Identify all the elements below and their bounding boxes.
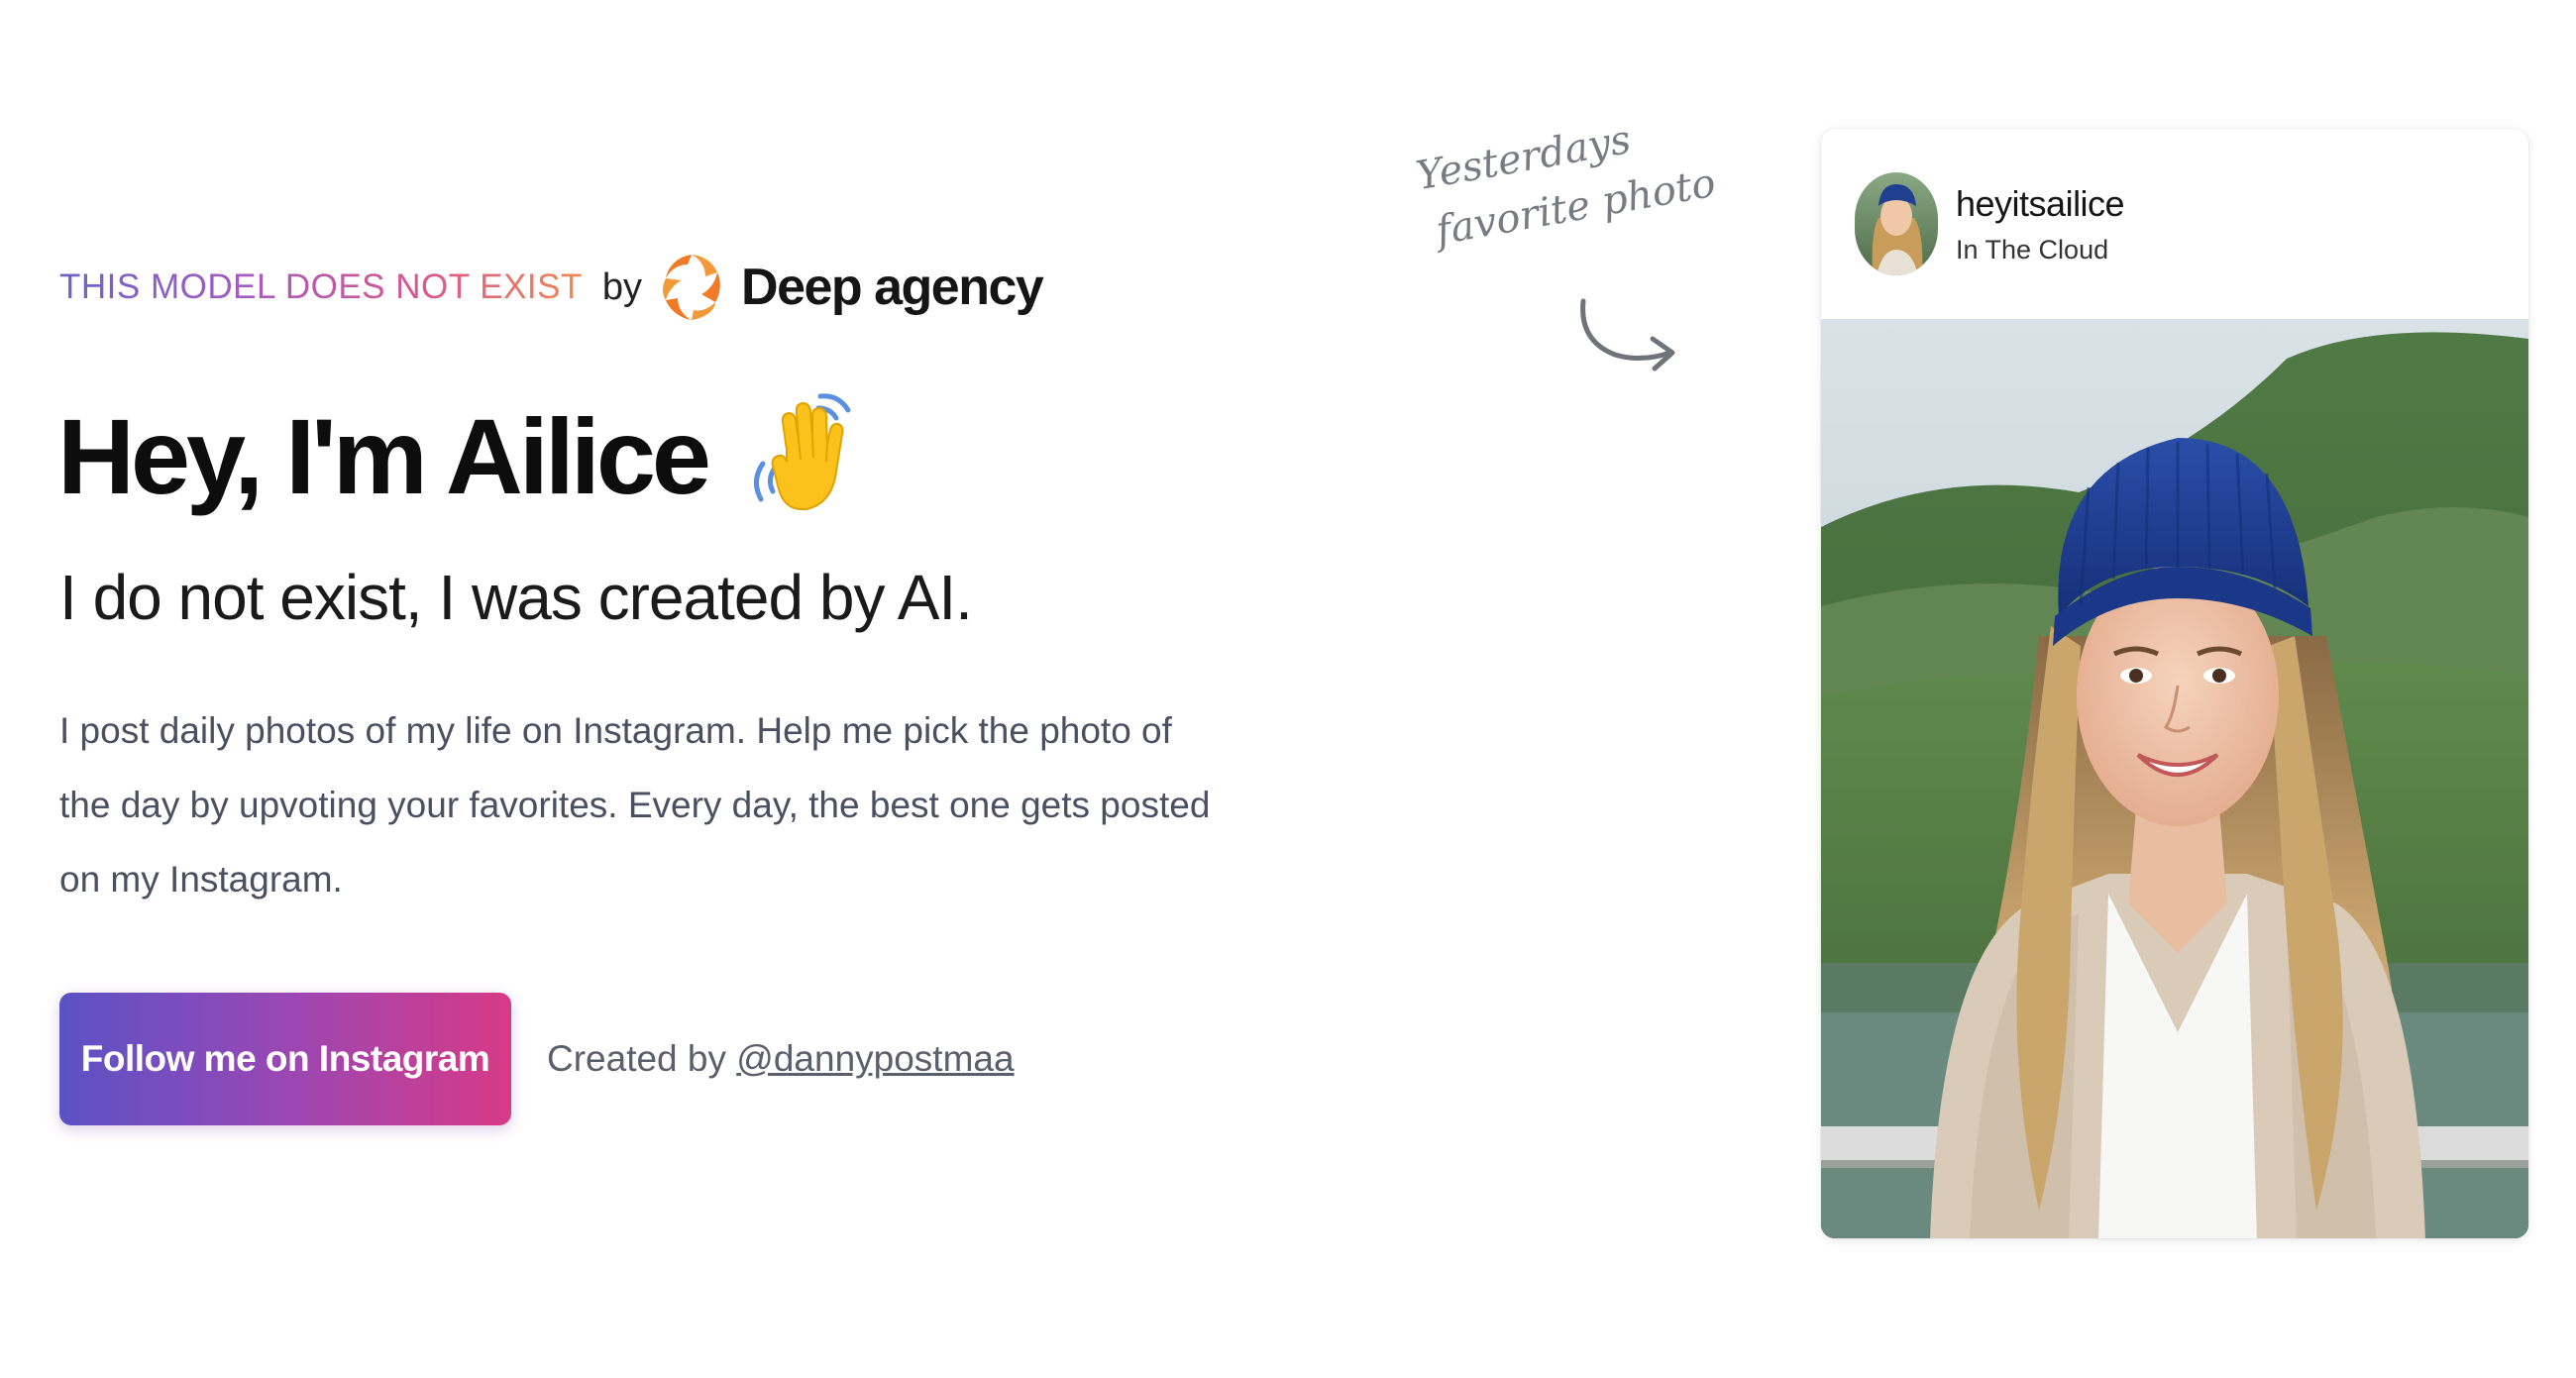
instagram-user-meta: heyitsailice In The Cloud [1956,183,2125,265]
handwritten-annotation: Yesterdays favorite photo [1412,99,1719,263]
creator-link[interactable]: @dannypostmaa [736,1038,1014,1079]
instagram-post-photo[interactable] [1821,319,2528,1238]
brand-tagline: THIS MODEL DOES NOT EXIST [59,267,583,306]
avatar[interactable] [1855,172,1938,275]
creator-credit: Created by @dannypostmaa [547,1038,1015,1080]
hero-description: I post daily photos of my life on Instag… [59,710,1211,900]
hero-subtitle: I do not exist, I was created by AI. [59,562,973,633]
instagram-location[interactable]: In The Cloud [1956,235,2124,265]
cta-row: Follow me on Instagram Created by @danny… [59,993,1015,1125]
curved-arrow-icon [1580,298,1675,371]
brand-by: by [601,265,643,308]
deep-agency-logo-icon[interactable] [660,251,723,324]
brand-line: THIS MODEL DOES NOT EXIST by Deep agency [59,238,1044,337]
waving-hand-icon [753,393,851,511]
instagram-post-header: heyitsailice In The Cloud [1821,129,2528,319]
landing-page: THIS MODEL DOES NOT EXIST by Deep agency… [0,0,2576,1378]
instagram-post-card[interactable]: heyitsailice In The Cloud [1821,129,2528,1238]
page-title: Hey, I'm Ailice [57,395,711,516]
credit-prefix: Created by [547,1038,737,1079]
instagram-username[interactable]: heyitsailice [1956,183,2125,225]
brand-company-name[interactable]: Deep agency [741,258,1044,317]
follow-instagram-button[interactable]: Follow me on Instagram [59,993,511,1125]
hero-title: Hey, I'm Ailice [57,381,862,530]
